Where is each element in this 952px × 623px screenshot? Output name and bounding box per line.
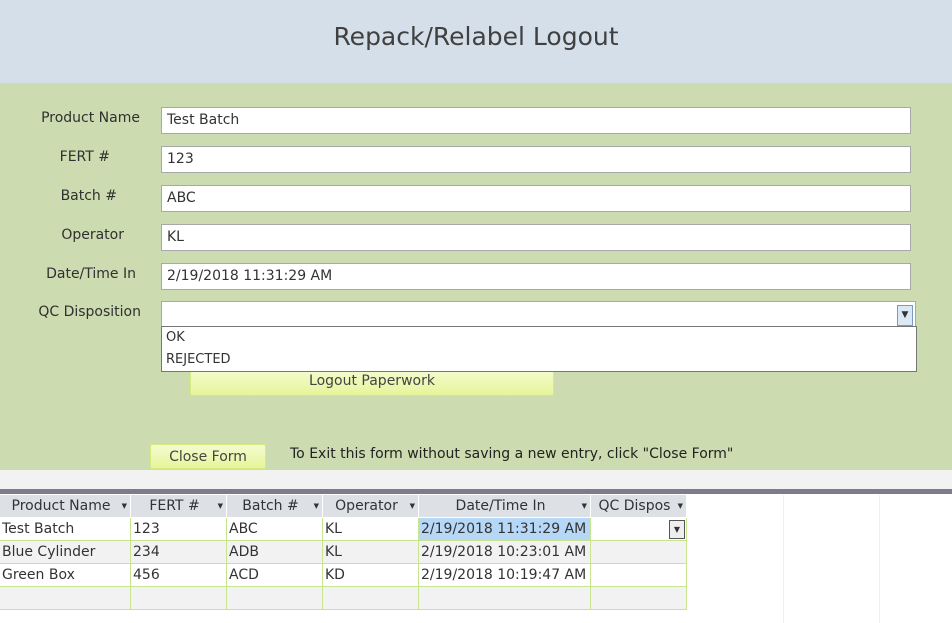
col-label: Date/Time In [455, 498, 546, 514]
dropdown-arrow-icon[interactable]: ▼ [582, 495, 587, 517]
grid-line [783, 495, 784, 623]
dropdown-arrow-icon[interactable]: ▼ [122, 495, 127, 517]
col-label: FERT # [149, 498, 200, 514]
batch-field[interactable]: ABC [161, 185, 911, 212]
cell[interactable]: 123 [131, 518, 227, 541]
label-qc-disposition: QC Disposition [38, 304, 141, 320]
cell[interactable] [131, 587, 227, 610]
cell[interactable]: 2/19/2018 10:23:01 AM [419, 541, 591, 564]
cell[interactable] [323, 587, 419, 610]
operator-field[interactable]: KL [161, 224, 911, 251]
grid-line [879, 495, 880, 623]
col-header-fert[interactable]: FERT # ▼ [131, 495, 227, 518]
cell[interactable]: Blue Cylinder [0, 541, 131, 564]
cell-qc-combo[interactable]: ▼ [591, 518, 687, 541]
cell[interactable]: 456 [131, 564, 227, 587]
cell-selected[interactable]: 2/19/2018 11:31:29 AM [419, 518, 591, 541]
cell[interactable] [0, 587, 131, 610]
qc-disposition-combo[interactable]: ▼ [161, 301, 916, 328]
form-title: Repack/Relabel Logout [333, 22, 619, 51]
fert-field[interactable]: 123 [161, 146, 911, 173]
close-note: To Exit this form without saving a new e… [290, 446, 734, 462]
cell[interactable] [591, 541, 687, 564]
col-label: Operator [335, 498, 398, 514]
label-product-name: Product Name [41, 110, 140, 126]
cell[interactable]: KD [323, 564, 419, 587]
cell[interactable]: ABC [227, 518, 323, 541]
col-header-operator[interactable]: Operator ▼ [323, 495, 419, 518]
qc-option-ok[interactable]: OK [162, 327, 916, 349]
col-header-batch[interactable]: Batch # ▼ [227, 495, 323, 518]
label-batch: Batch # [60, 188, 117, 204]
cell[interactable]: KL [323, 518, 419, 541]
cell[interactable] [591, 564, 687, 587]
col-label: Batch # [242, 498, 299, 514]
cell[interactable]: ACD [227, 564, 323, 587]
product-name-field[interactable]: Test Batch [161, 107, 911, 134]
col-header-datetime[interactable]: Date/Time In ▼ [419, 495, 591, 518]
cell[interactable]: ADB [227, 541, 323, 564]
cell[interactable] [419, 587, 591, 610]
col-label: QC Dispos [598, 498, 671, 514]
col-header-product-name[interactable]: Product Name ▼ [0, 495, 131, 518]
dropdown-arrow-icon[interactable]: ▼ [410, 495, 415, 517]
splitter-area [0, 470, 952, 489]
cell[interactable]: 234 [131, 541, 227, 564]
dropdown-arrow-icon[interactable]: ▼ [218, 495, 223, 517]
logout-paperwork-button[interactable]: Logout Paperwork [190, 368, 554, 396]
form-header: Repack/Relabel Logout [0, 0, 952, 83]
dropdown-arrow-icon[interactable]: ▼ [314, 495, 319, 517]
qc-dropdown-list: OK REJECTED [161, 326, 917, 372]
col-header-qc[interactable]: QC Dispos ▼ [591, 495, 687, 518]
label-datetime: Date/Time In [46, 266, 136, 282]
splitter-bar[interactable] [0, 489, 952, 494]
cell[interactable]: KL [323, 541, 419, 564]
close-form-button[interactable]: Close Form [150, 444, 266, 469]
label-operator: Operator [61, 227, 124, 243]
qc-option-rejected[interactable]: REJECTED [162, 349, 916, 371]
cell[interactable] [591, 587, 687, 610]
cell[interactable]: Test Batch [0, 518, 131, 541]
dropdown-arrow-icon[interactable]: ▼ [678, 495, 683, 517]
label-fert: FERT # [59, 149, 110, 165]
col-label: Product Name [11, 498, 111, 514]
datetime-field[interactable]: 2/19/2018 11:31:29 AM [161, 263, 911, 290]
cell[interactable]: Green Box [0, 564, 131, 587]
cell[interactable]: 2/19/2018 10:19:47 AM [419, 564, 591, 587]
chevron-down-icon[interactable]: ▼ [897, 305, 913, 326]
cell[interactable] [227, 587, 323, 610]
chevron-down-icon[interactable]: ▼ [669, 520, 685, 539]
